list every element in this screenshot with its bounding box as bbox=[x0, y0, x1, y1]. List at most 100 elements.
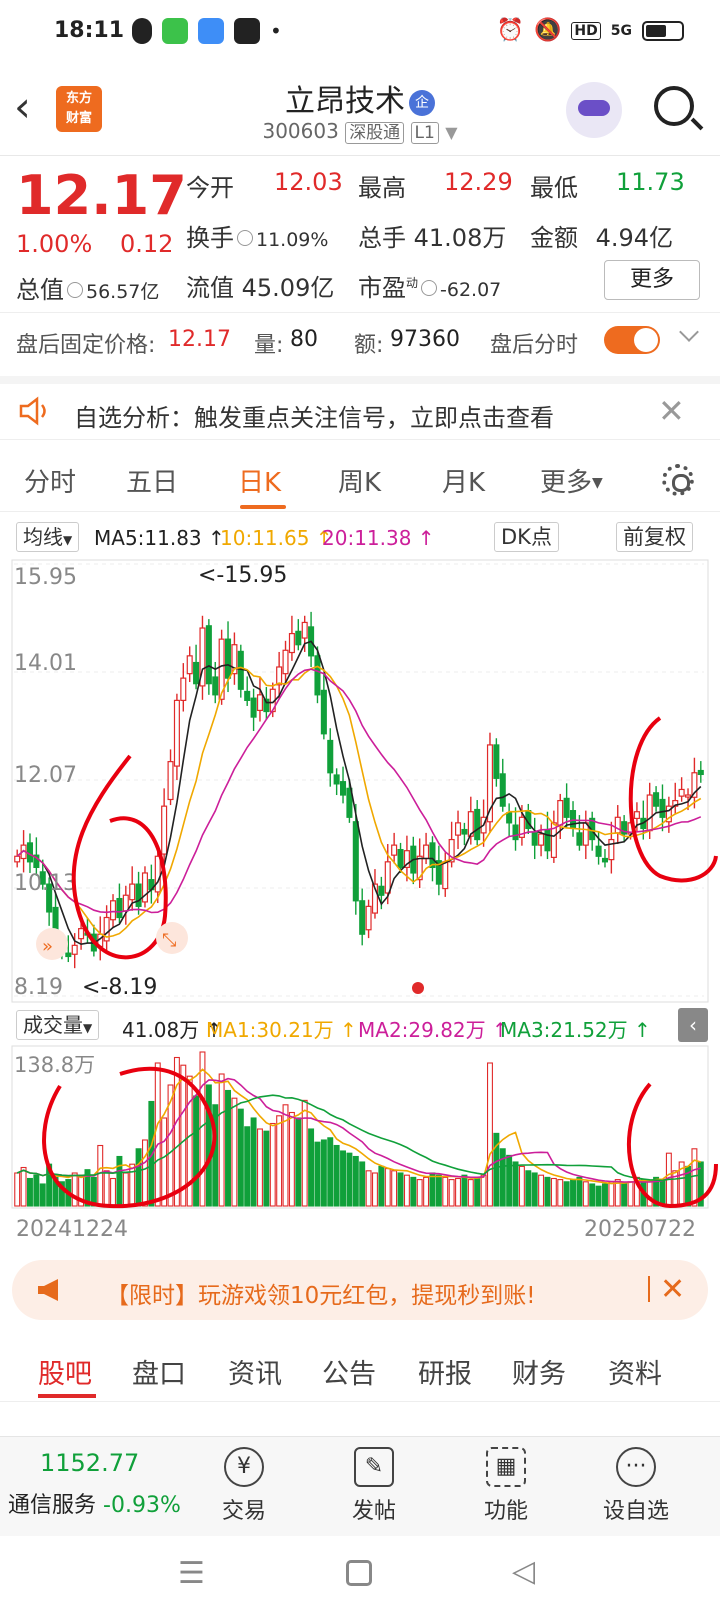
info-dot-icon bbox=[67, 282, 83, 298]
ah-price: 12.17 bbox=[168, 327, 231, 352]
promo-banner[interactable]: 【限时】玩游戏领10元红包，提现秒到账! ✕ bbox=[12, 1260, 708, 1320]
tab-five-day[interactable]: 五日 bbox=[126, 462, 178, 499]
volume-bar bbox=[359, 1161, 366, 1207]
chevron-down-icon[interactable] bbox=[679, 322, 699, 342]
promo-text: 【限时】玩游戏领10元红包，提现秒到账! bbox=[106, 1283, 536, 1309]
index-line[interactable]: 通信服务 -0.93% bbox=[8, 1487, 181, 1519]
analysis-alert-bar[interactable]: 自选分析：触发重点关注信号，立即点击查看 ✕ bbox=[0, 376, 720, 440]
candle bbox=[154, 855, 161, 893]
candle bbox=[244, 690, 251, 701]
tab-finance[interactable]: 财务 bbox=[512, 1352, 566, 1391]
volume-bar bbox=[14, 1172, 21, 1207]
double-arrow-icon[interactable]: » bbox=[36, 928, 68, 960]
stock-header: ‹ 东方 财富 立昂技术企 300603 深股通 L1 ▼ bbox=[0, 64, 720, 156]
home-icon[interactable] bbox=[346, 1560, 372, 1586]
candle bbox=[333, 774, 340, 785]
candle bbox=[614, 816, 621, 834]
volume-bar bbox=[90, 1176, 97, 1207]
float-stat: 流值 45.09亿 bbox=[186, 268, 334, 303]
collapse-arrow-icon[interactable]: ‹ bbox=[678, 1008, 708, 1042]
vma2-text: MA2:29.82万 bbox=[358, 1018, 486, 1042]
tab-research[interactable]: 研报 bbox=[418, 1352, 472, 1391]
candle bbox=[365, 905, 372, 931]
volume-bar bbox=[621, 1183, 628, 1207]
ah-vol: 80 bbox=[290, 327, 318, 352]
dk-button[interactable]: DK点 bbox=[494, 522, 559, 552]
start-date-label: 20241224 bbox=[16, 1217, 128, 1242]
volume-bar bbox=[218, 1073, 225, 1207]
candle bbox=[397, 848, 404, 869]
volume-bar bbox=[129, 1163, 136, 1207]
post-button[interactable]: ✎ 发帖 bbox=[324, 1447, 424, 1525]
assistant-robot-icon[interactable] bbox=[566, 82, 622, 138]
min-price-label: <-8.19 bbox=[82, 975, 157, 1000]
candle bbox=[544, 828, 551, 852]
search-icon[interactable] bbox=[654, 86, 694, 126]
add-watchlist-button[interactable]: ··· 设自选 bbox=[586, 1447, 686, 1525]
turnover-stat[interactable]: 换手 11.09% bbox=[186, 218, 328, 253]
tab-news[interactable]: 资讯 bbox=[228, 1352, 282, 1391]
functions-button[interactable]: ▦ 功能 bbox=[456, 1447, 556, 1525]
volume-bar bbox=[582, 1181, 589, 1207]
tab-weekly-k[interactable]: 周K bbox=[338, 462, 381, 499]
candle bbox=[276, 666, 283, 686]
trade-label: 交易 bbox=[221, 1499, 266, 1524]
tab-pankou[interactable]: 盘口 bbox=[132, 1352, 186, 1391]
volume-chart[interactable]: 138.8万 20241224 20250722 bbox=[0, 1044, 720, 1244]
tab-announcements[interactable]: 公告 bbox=[322, 1352, 376, 1391]
close-icon[interactable]: ✕ bbox=[658, 392, 685, 430]
candle bbox=[461, 828, 468, 835]
tab-monthly-k[interactable]: 月K bbox=[442, 462, 485, 499]
candle bbox=[340, 781, 347, 796]
candle bbox=[122, 894, 129, 912]
candle bbox=[225, 638, 232, 679]
change-percent: 1.00% bbox=[16, 230, 93, 258]
mktcap-stat[interactable]: 总值 56.57亿 bbox=[16, 270, 159, 305]
tab-minute[interactable]: 分时 bbox=[24, 462, 76, 499]
tab-daily-k[interactable]: 日K bbox=[238, 462, 281, 499]
ma-select-label: 均线 bbox=[23, 525, 63, 549]
volume-bar bbox=[276, 1115, 283, 1207]
chart-tabs: 分时 五日 日K 周K 月K 更多▼ bbox=[0, 448, 720, 512]
chart-frame bbox=[11, 559, 709, 1003]
turnover-value: 11.09% bbox=[256, 229, 329, 251]
ma-select[interactable]: 均线▼ bbox=[16, 522, 80, 552]
volume-bar bbox=[333, 1144, 340, 1207]
candlestick-chart[interactable]: 15.95 14.01 12.07 10.13 8.19 <-15.95 <-8… bbox=[0, 556, 720, 1006]
volume-bar bbox=[429, 1172, 436, 1207]
gear-icon[interactable] bbox=[662, 464, 694, 496]
wechat-icon bbox=[162, 18, 188, 44]
tab-more[interactable]: 更多▼ bbox=[540, 462, 603, 499]
pe-stat[interactable]: 市盈动 -62.07 bbox=[358, 268, 501, 303]
volume-bar bbox=[122, 1172, 129, 1207]
candle bbox=[65, 952, 72, 958]
trade-button[interactable]: ¥ 交易 bbox=[194, 1447, 294, 1525]
status-time: 18:11 bbox=[54, 18, 125, 43]
volume-text: 41.08万 bbox=[122, 1018, 200, 1042]
volume-value: 41.08万 bbox=[413, 224, 507, 252]
close-icon[interactable]: ✕ bbox=[660, 1272, 685, 1307]
volume-bar bbox=[199, 1051, 206, 1207]
after-hours-toggle[interactable] bbox=[604, 326, 660, 354]
open-label: 今开 bbox=[186, 174, 234, 202]
candle bbox=[173, 699, 180, 767]
low-value: 11.73 bbox=[616, 168, 685, 196]
candle bbox=[493, 744, 500, 779]
back-nav-icon[interactable]: ◁ bbox=[512, 1554, 535, 1589]
tab-profile[interactable]: 资料 bbox=[608, 1352, 662, 1391]
volume-bar bbox=[544, 1176, 551, 1207]
tab-guba[interactable]: 股吧 bbox=[38, 1352, 92, 1391]
expand-icon[interactable]: ⤡ bbox=[156, 922, 188, 954]
menu-icon[interactable]: ☰ bbox=[178, 1556, 205, 1591]
candle bbox=[116, 897, 123, 919]
volume-bar bbox=[244, 1126, 251, 1207]
bottom-toolbar: 1152.77 通信服务 -0.93% ¥ 交易 ✎ 发帖 ▦ 功能 ··· 设… bbox=[0, 1436, 720, 1536]
ma10-text: 10:11.65 bbox=[220, 526, 310, 550]
edit-icon: ✎ bbox=[354, 1447, 394, 1487]
indicator-select[interactable]: 成交量▼ bbox=[16, 1010, 100, 1040]
volume-bar bbox=[659, 1179, 666, 1207]
adjust-button[interactable]: 前复权 bbox=[616, 522, 693, 552]
more-button[interactable]: 更多 bbox=[604, 260, 700, 300]
promo-divider bbox=[648, 1276, 650, 1302]
index-value[interactable]: 1152.77 bbox=[40, 1449, 139, 1477]
